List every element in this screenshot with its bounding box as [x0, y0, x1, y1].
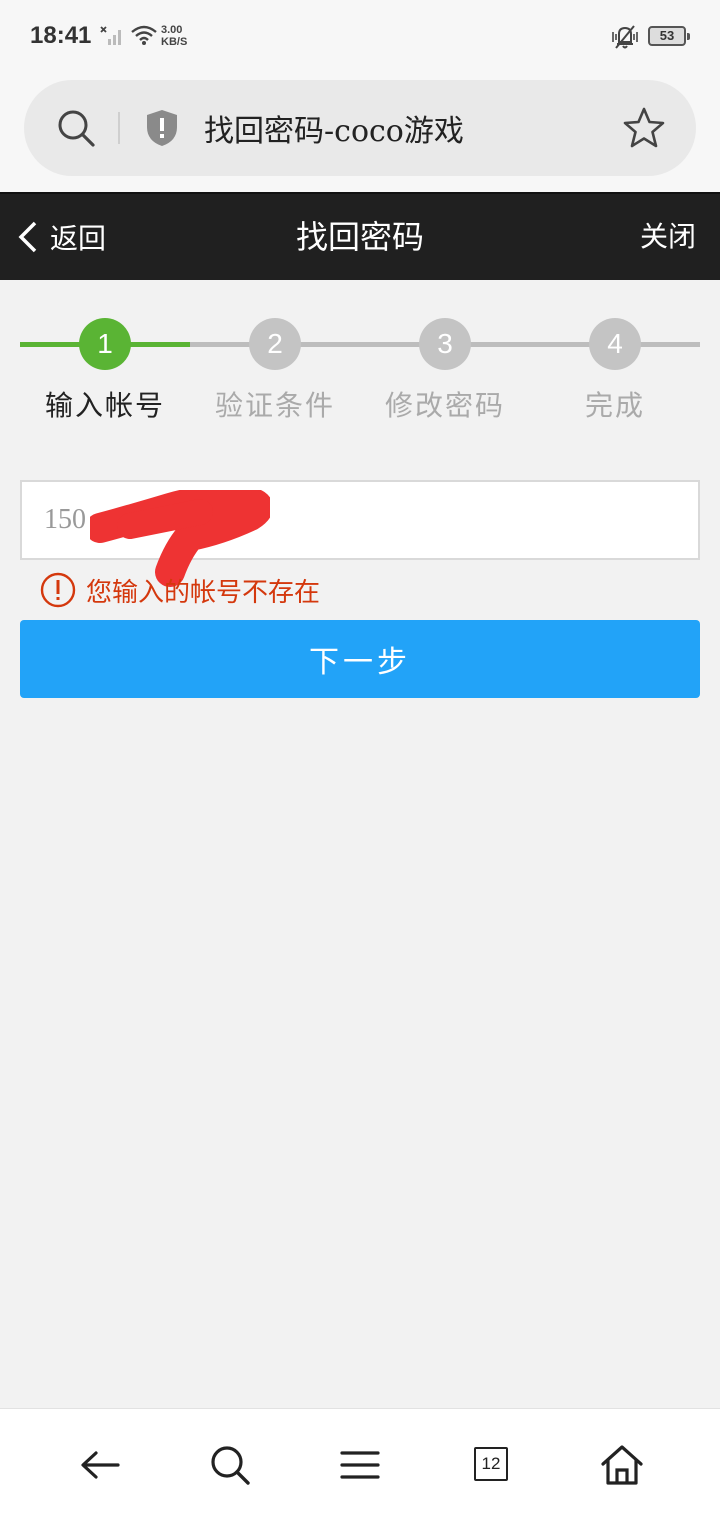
home-icon[interactable] — [600, 1443, 644, 1487]
browser-page-title[interactable]: 找回密码-coco游戏 — [204, 106, 464, 150]
page-header: 返回 找回密码 关闭 — [0, 192, 720, 280]
back-button[interactable]: 返回 — [16, 194, 106, 280]
browser-address-bar: 找回密码-coco游戏 — [0, 72, 720, 192]
step-label: 完成 — [584, 389, 645, 422]
battery-indicator: 53 — [648, 26, 690, 46]
step-number: 1 — [79, 318, 131, 370]
menu-icon[interactable] — [338, 1443, 382, 1487]
step-number: 3 — [419, 318, 471, 370]
error-message: 您输入的帐号不存在 — [86, 577, 321, 608]
browser-bottom-nav: 12 — [0, 1408, 720, 1520]
chevron-left-icon — [18, 221, 37, 253]
error-message-row: 您输入的帐号不存在 — [40, 572, 320, 608]
step-4: 4 完成 — [530, 318, 700, 424]
url-pill[interactable]: 找回密码-coco游戏 — [24, 80, 696, 176]
step-2: 2 验证条件 — [190, 318, 360, 424]
alert-circle-icon — [40, 572, 76, 608]
signal-icon — [100, 26, 121, 45]
tabs-count-button[interactable]: 12 — [474, 1447, 508, 1481]
close-button[interactable]: 关闭 — [640, 194, 696, 280]
bookmark-star-icon[interactable] — [622, 106, 666, 150]
net-speed-unit: KB/S — [161, 36, 188, 48]
url-divider — [118, 112, 120, 144]
step-1: 1 输入帐号 — [20, 318, 190, 424]
wifi-icon — [131, 25, 157, 45]
page-title: 找回密码 — [295, 218, 424, 256]
step-3: 3 修改密码 — [360, 318, 530, 424]
search-icon[interactable] — [208, 1443, 252, 1487]
step-label: 修改密码 — [384, 389, 505, 422]
step-number: 4 — [589, 318, 641, 370]
step-progress: 1 输入帐号 2 验证条件 3 修改密码 4 完成 — [20, 318, 700, 428]
back-label: 返回 — [50, 222, 107, 255]
back-arrow-icon[interactable] — [78, 1443, 122, 1487]
net-speed-value: 3.00 — [161, 24, 183, 36]
next-step-button[interactable]: 下一步 — [20, 620, 700, 698]
step-number: 2 — [249, 318, 301, 370]
step-label: 验证条件 — [214, 389, 335, 422]
search-icon[interactable] — [56, 108, 96, 148]
step-label: 输入帐号 — [44, 389, 165, 422]
net-speed: 3.00 KB/S — [161, 24, 187, 48]
status-time: 18:41 — [30, 22, 92, 49]
vibrate-icon — [612, 25, 638, 49]
shield-icon[interactable] — [144, 108, 180, 148]
status-bar: 18:41 3.00 KB/S 53 — [0, 0, 720, 72]
